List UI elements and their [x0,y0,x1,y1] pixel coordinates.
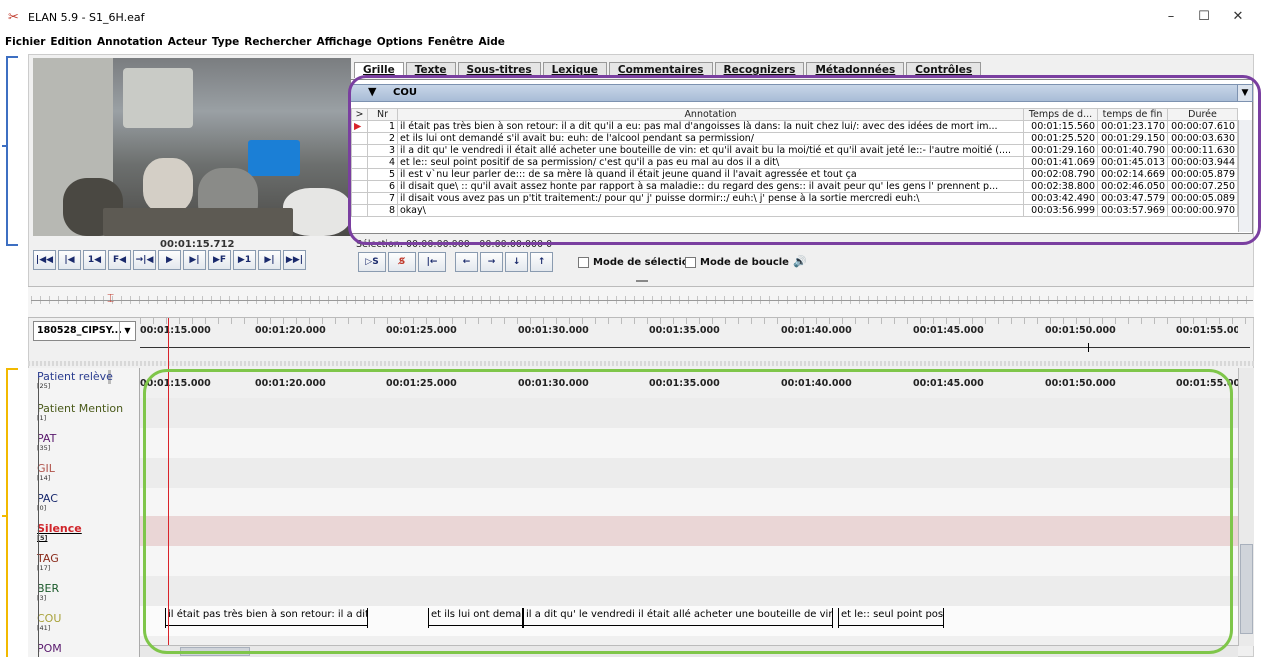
menu-fichier[interactable]: Fichier [5,34,45,50]
player-controls: |◀◀ |◀ 1◀ F◀ →|◀ ▶ ▶| ▶F ▶1 ▶| ▶▶| [33,250,306,272]
panel-splitter[interactable] [28,361,1254,366]
menu-affichage[interactable]: Affichage [316,34,371,50]
tick-label: 00:01:25.000 [386,325,457,336]
tick-label: 00:01:45.000 [913,325,984,336]
chevron-down-icon[interactable]: ▼ [119,322,135,340]
tick-label: 00:01:20.000 [255,325,326,336]
minimize-button[interactable]: – [1157,6,1185,28]
previous-segment-button[interactable]: →|◀ [133,250,156,270]
play-button[interactable]: ▶ [158,250,181,270]
next-frame-button[interactable]: ▶| [258,250,281,270]
splitter-handle[interactable] [636,280,648,282]
tier-label-patient-mention[interactable]: Patient Mention [1] [37,402,123,422]
menu-edition[interactable]: Edition [50,34,92,50]
highlight-box-grid [348,75,1261,245]
waveform-track[interactable] [140,347,1250,348]
navigation-controls: ← → ↓ ↑ [455,252,553,272]
volume-speaker-icon[interactable]: 🔊 [793,255,807,268]
highlight-bracket-tick [2,515,8,517]
time-ruler-ticks [140,318,1250,324]
overview-cursor-icon[interactable]: ⌶ [107,291,114,306]
time-ruler: 00:01:15.000 00:01:20.000 00:01:25.000 0… [140,325,1240,337]
step-back-button[interactable]: 1◀ [83,250,106,270]
highlight-bracket-tick [2,145,8,147]
previous-frame-button[interactable]: |◀ [58,250,81,270]
go-to-begin-button[interactable]: |◀◀ [33,250,56,270]
tier-vertical-scrollbar[interactable] [1238,368,1254,646]
tick-label: 00:01:30.000 [518,325,589,336]
tier-label-pac[interactable]: PAC [0] [37,492,58,512]
menu-rechercher[interactable]: Rechercher [244,34,311,50]
tier-label-pat[interactable]: PAT [35] [37,432,56,452]
tier-label-tag[interactable]: TAG [17] [37,552,59,572]
overview-axis [31,300,1253,301]
fast-forward-button[interactable]: ▶F [208,250,231,270]
scroll-thumb[interactable] [1240,544,1253,634]
selection-mode-checkbox[interactable] [578,257,589,268]
highlight-box-timeline [143,369,1233,654]
highlight-bracket-tiers [6,368,18,657]
tick-label: 00:01:40.000 [781,325,852,336]
maximize-button[interactable]: ☐ [1190,6,1218,28]
menu-aide[interactable]: Aide [479,34,505,50]
go-to-end-button[interactable]: ▶▶| [283,250,306,270]
clear-selection-button[interactable]: S̸ [388,252,416,272]
tier-tree-line [38,378,39,657]
arrow-right-button[interactable]: → [480,252,503,272]
rewind-button[interactable]: F◀ [108,250,131,270]
menu-type[interactable]: Type [212,34,239,50]
tier-label-silence[interactable]: Silence [5] [37,522,82,542]
play-selection-s-button[interactable]: ▷S [358,252,386,272]
menu-fenetre[interactable]: Fenêtre [428,34,474,50]
window-title: ELAN 5.9 - S1_6H.eaf [28,11,145,24]
menu-options[interactable]: Options [377,34,423,50]
step-forward-button[interactable]: ▶1 [233,250,256,270]
arrow-up-button[interactable]: ↑ [530,252,553,272]
loop-mode-checkbox[interactable] [685,257,696,268]
tier-label-pom[interactable]: POM [37,642,62,655]
selection-mode-label: Mode de sélection [593,257,696,268]
menu-acteur[interactable]: Acteur [168,34,207,50]
tier-label-patient-releve[interactable]: Patient relève [25] [37,370,113,390]
tick-label: 00:01:50.000 [1045,325,1116,336]
tier-label-cou[interactable]: COU [41] [37,612,61,632]
menu-bar: Fichier Edition Annotation Acteur Type Recher… [0,34,1265,54]
tier-label-gil[interactable]: GIL [14] [37,462,55,482]
elan-app-icon: ✂ [8,10,19,25]
play-selection-button[interactable]: ▶| [183,250,206,270]
selection-controls: ▷S S̸ |← [358,252,446,272]
title-bar: ✂ ELAN 5.9 - S1_6H.eaf – ☐ ✕ [0,0,1265,32]
menu-annotation[interactable]: Annotation [97,34,163,50]
arrow-down-button[interactable]: ↓ [505,252,528,272]
video-viewer[interactable] [33,58,351,236]
tick-label: 00:01:35.000 [649,325,720,336]
tier-label-ber[interactable]: BER [3] [37,582,59,602]
loop-mode-label: Mode de boucle [700,257,789,268]
tick-label: 00:01:15.000 [140,325,211,336]
selection-to-cursor-button[interactable]: |← [418,252,446,272]
waveform-marker [1088,343,1089,352]
close-button[interactable]: ✕ [1224,6,1252,28]
tick-label: 00:01:55.000 [1176,325,1238,336]
arrow-left-button[interactable]: ← [455,252,478,272]
media-time-display: 00:01:15.712 [160,239,235,250]
highlight-bracket-media [6,56,18,246]
